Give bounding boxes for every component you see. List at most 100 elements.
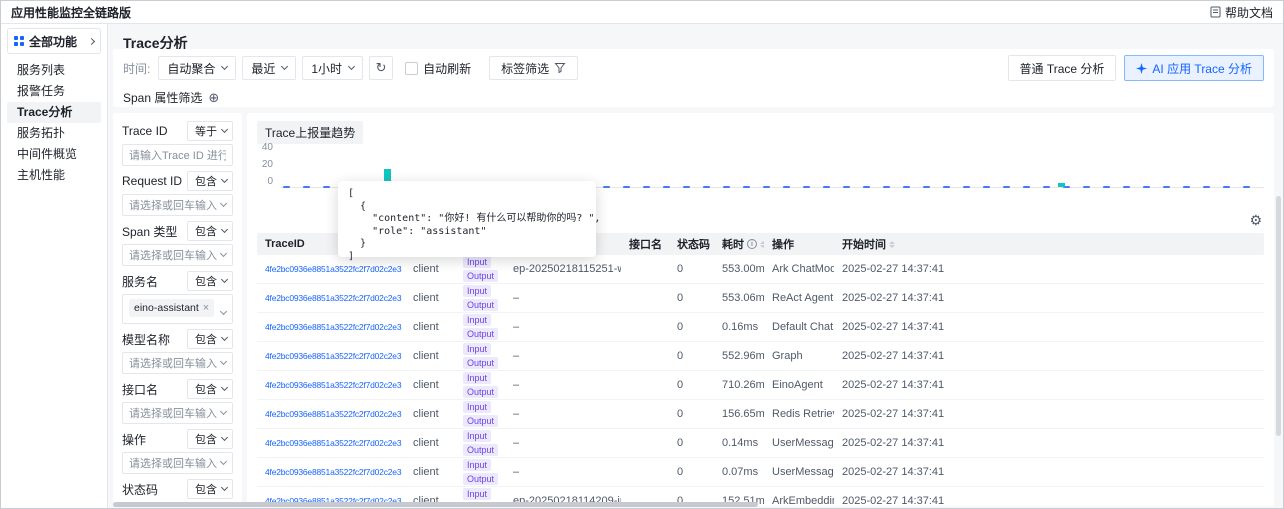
sidebar-item-4[interactable]: 中间件概览 bbox=[7, 144, 101, 165]
sidebar-item-1[interactable]: 报警任务 bbox=[7, 81, 101, 102]
normal-trace-button[interactable]: 普通 Trace 分析 bbox=[1008, 55, 1117, 81]
cell-operation: ReAct Agent bbox=[764, 292, 834, 304]
output-tag[interactable]: Output bbox=[463, 357, 498, 369]
y-tick: 20 bbox=[257, 159, 273, 170]
sort-icon[interactable] bbox=[889, 241, 895, 248]
app-title: 应用性能监控全链路版 bbox=[11, 4, 131, 21]
trace-id-link[interactable]: 4fe2bc0936e8851a3522fc2f7d02c2e3 bbox=[265, 467, 401, 477]
zero-dash bbox=[1183, 186, 1190, 188]
trace-id-link[interactable]: 4fe2bc0936e8851a3522fc2f7d02c2e3 bbox=[265, 380, 401, 390]
time-range-select[interactable]: 1小时 bbox=[302, 56, 363, 80]
trace-id-link[interactable]: 4fe2bc0936e8851a3522fc2f7d02c2e3 bbox=[265, 409, 401, 419]
service-name-multiselect[interactable]: eino-assistant× bbox=[122, 294, 233, 324]
filter-label: Span 类型 bbox=[122, 223, 177, 240]
zero-dash bbox=[943, 186, 950, 188]
add-span-filter-icon[interactable]: ⊕ bbox=[208, 91, 219, 104]
filter-select[interactable]: 请选择或回车输入，支... bbox=[122, 244, 233, 266]
filter-op-select[interactable]: 包含 bbox=[187, 171, 233, 191]
input-tag[interactable]: Input bbox=[463, 459, 491, 471]
zero-dash bbox=[283, 186, 290, 188]
filter-op-select[interactable]: 包含 bbox=[187, 429, 233, 449]
filter-op-select[interactable]: 包含 bbox=[187, 379, 233, 399]
filter-label: Trace ID bbox=[122, 124, 168, 138]
filter-placeholder: 请选择或回车输入，支... bbox=[129, 455, 217, 471]
zero-dash bbox=[903, 186, 910, 188]
output-tag[interactable]: Output bbox=[463, 473, 498, 485]
chart-bar[interactable] bbox=[1058, 183, 1065, 187]
chart-title-chip[interactable]: Trace上报量趋势 bbox=[257, 121, 363, 144]
filter-op-select[interactable]: 包含 bbox=[187, 479, 233, 499]
sidebar-item-3[interactable]: 服务拓扑 bbox=[7, 123, 101, 144]
tag-filter-button[interactable]: 标签筛选 bbox=[489, 56, 578, 80]
refresh-button[interactable]: ↻ bbox=[369, 56, 393, 80]
chevron-down-icon bbox=[221, 484, 228, 491]
filter-select[interactable]: 请选择或回车输入，支... bbox=[122, 352, 233, 374]
filter-op-select[interactable]: 等于 bbox=[187, 121, 233, 141]
vertical-scrollbar[interactable] bbox=[1276, 196, 1281, 436]
input-tag[interactable]: Input bbox=[463, 372, 491, 384]
io-preview-tooltip: [ { "content": "你好! 有什么可以帮助你的吗? ", "role… bbox=[338, 181, 596, 257]
funnel-icon bbox=[554, 62, 566, 74]
input-tag[interactable]: Input bbox=[463, 488, 491, 500]
ai-trace-label: AI 应用 Trace 分析 bbox=[1152, 60, 1252, 77]
table-settings-gear-icon[interactable]: ⚙ bbox=[1249, 213, 1262, 227]
trace-content: Trace上报量趋势 40 20 0 ⚙ TraceIDSpan类型输入/输出模… bbox=[247, 113, 1274, 506]
chevron-down-icon bbox=[221, 126, 228, 133]
all-functions-menu[interactable]: 全部功能 bbox=[7, 28, 101, 54]
filter-select[interactable]: 请选择或回车输入，支... bbox=[122, 452, 233, 474]
auto-refresh-toggle[interactable]: 自动刷新 bbox=[405, 60, 471, 77]
sidebar-item-5[interactable]: 主机性能 bbox=[7, 165, 101, 186]
input-tag[interactable]: Input bbox=[463, 285, 491, 297]
trace-id-link[interactable]: 4fe2bc0936e8851a3522fc2f7d02c2e3 bbox=[265, 438, 401, 448]
filter-text-input[interactable]: 请输入Trace ID 进行搜索 bbox=[122, 144, 233, 166]
filter-label: 状态码 bbox=[122, 481, 158, 498]
auto-refresh-checkbox[interactable] bbox=[405, 62, 418, 75]
input-tag[interactable]: Input bbox=[463, 343, 491, 355]
col-header-8[interactable]: 开始时间 bbox=[834, 236, 1264, 252]
zero-dash bbox=[743, 186, 750, 188]
output-tag[interactable]: Output bbox=[463, 444, 498, 456]
col-header-6[interactable]: 耗时i bbox=[714, 236, 764, 252]
trace-id-link[interactable]: 4fe2bc0936e8851a3522fc2f7d02c2e3 bbox=[265, 293, 401, 303]
sidebar-item-2[interactable]: Trace分析 bbox=[7, 102, 101, 123]
output-tag[interactable]: Output bbox=[463, 415, 498, 427]
cell-duration: 553.00ms bbox=[714, 263, 764, 275]
input-tag[interactable]: Input bbox=[463, 401, 491, 413]
filter-select[interactable]: 请选择或回车输入，支... bbox=[122, 402, 233, 424]
filter-op-select[interactable]: 包含 bbox=[187, 221, 233, 241]
trace-id-link[interactable]: 4fe2bc0936e8851a3522fc2f7d02c2e3 bbox=[265, 322, 401, 332]
filter-field-6: 操作包含请选择或回车输入，支... bbox=[122, 429, 233, 474]
help-docs-link[interactable]: 帮助文档 bbox=[1210, 4, 1273, 21]
filter-tag[interactable]: eino-assistant× bbox=[129, 299, 214, 317]
zero-dash bbox=[1163, 186, 1170, 188]
cell-operation: UserMessag... bbox=[764, 437, 834, 449]
remove-tag-icon[interactable]: × bbox=[203, 302, 209, 314]
output-tag[interactable]: Output bbox=[463, 299, 498, 311]
output-tag[interactable]: Output bbox=[463, 270, 498, 282]
input-tag[interactable]: Input bbox=[463, 314, 491, 326]
output-tag[interactable]: Output bbox=[463, 386, 498, 398]
cell-duration: 0.16ms bbox=[714, 321, 764, 333]
input-tag[interactable]: Input bbox=[463, 430, 491, 442]
trace-id-link[interactable]: 4fe2bc0936e8851a3522fc2f7d02c2e3 bbox=[265, 264, 401, 274]
cell-operation: Default Chat... bbox=[764, 321, 834, 333]
ai-trace-button[interactable]: AI 应用 Trace 分析 bbox=[1124, 55, 1264, 81]
cell-duration: 156.65ms bbox=[714, 408, 764, 420]
table-row: 4fe2bc0936e8851a3522fc2f7d02c2e3clientIn… bbox=[257, 429, 1264, 458]
cell-status: 0 bbox=[669, 321, 714, 333]
sidebar-item-0[interactable]: 服务列表 bbox=[7, 60, 101, 81]
trace-id-link[interactable]: 4fe2bc0936e8851a3522fc2f7d02c2e3 bbox=[265, 351, 401, 361]
info-icon[interactable]: i bbox=[747, 239, 757, 249]
col-header-7: 操作 bbox=[764, 236, 834, 252]
aggregate-select[interactable]: 自动聚合 bbox=[158, 56, 236, 80]
filter-select[interactable]: 请选择或回车输入，支... bbox=[122, 194, 233, 216]
output-tag[interactable]: Output bbox=[463, 328, 498, 340]
horizontal-scrollbar[interactable] bbox=[113, 502, 758, 507]
zero-dash bbox=[763, 186, 770, 188]
cell-io: Input Output bbox=[455, 314, 505, 340]
zero-dash bbox=[983, 186, 990, 188]
recent-select[interactable]: 最近 bbox=[242, 56, 296, 80]
chevron-down-icon bbox=[220, 458, 227, 465]
filter-op-select[interactable]: 包含 bbox=[187, 329, 233, 349]
filter-op-select[interactable]: 包含 bbox=[187, 271, 233, 291]
